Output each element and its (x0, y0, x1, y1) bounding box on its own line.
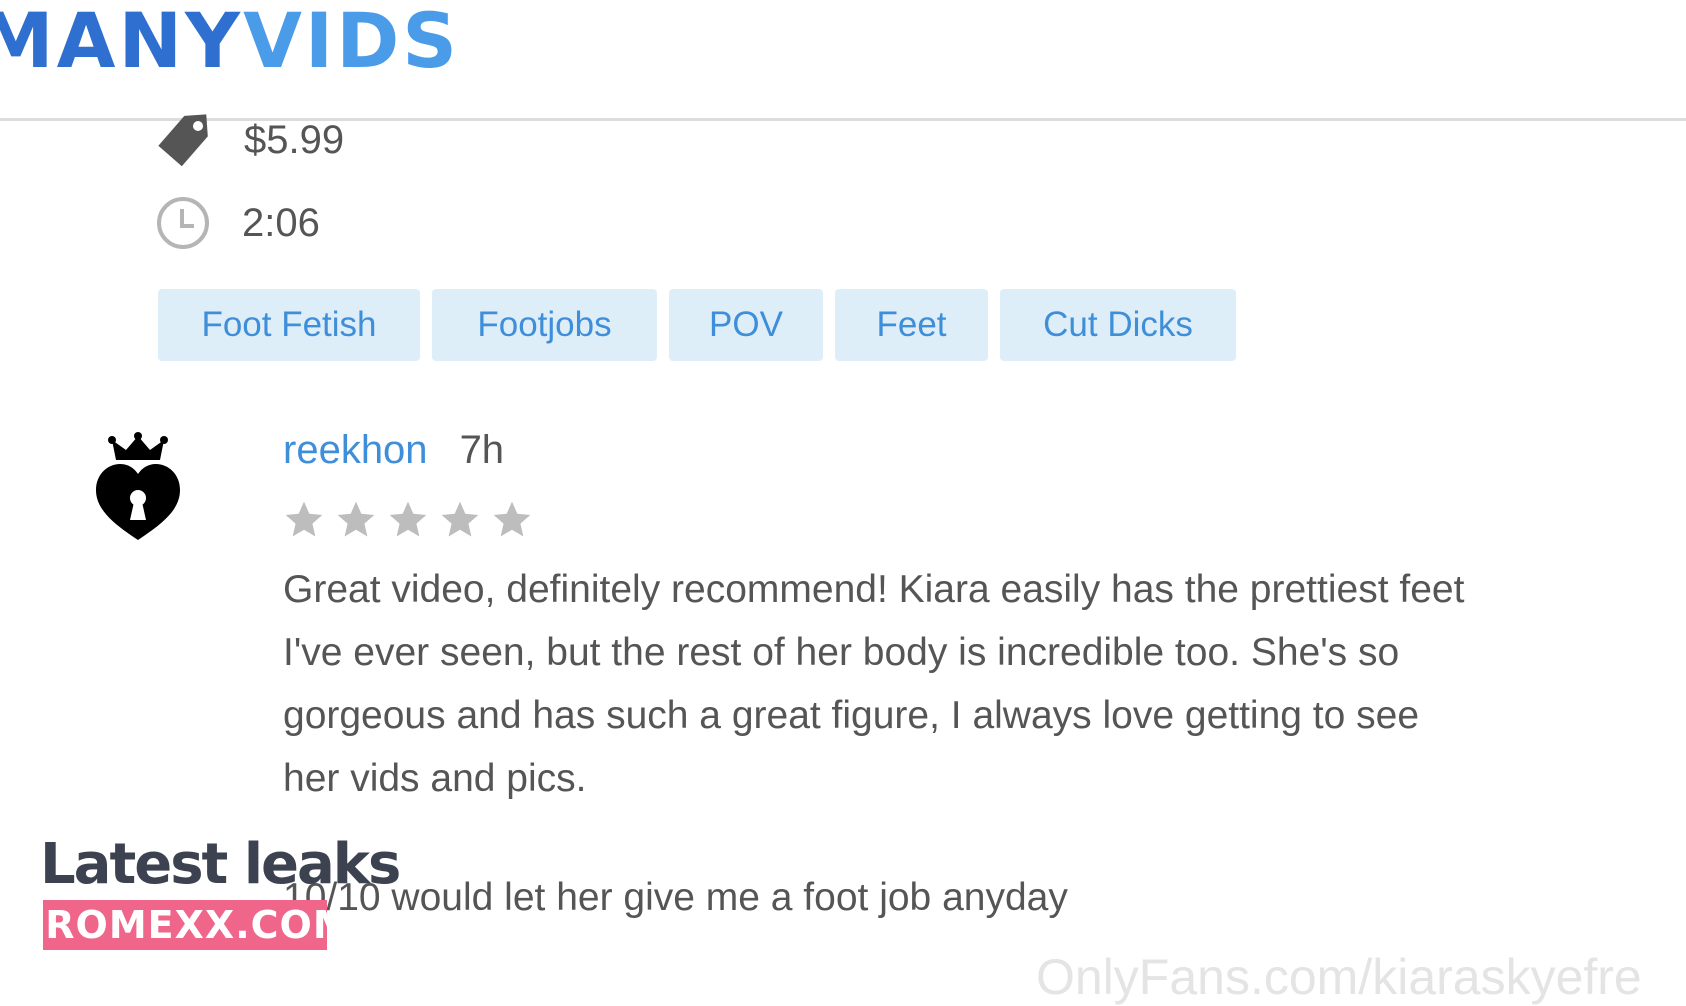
video-duration: 2:06 (242, 200, 320, 245)
review-username[interactable]: reekhon (283, 428, 428, 473)
price-tag-icon (158, 114, 208, 167)
star-icon (441, 501, 479, 537)
review-timestamp: 7h (459, 428, 505, 472)
tag-chip[interactable]: Footjobs (432, 289, 657, 361)
tag-chip[interactable]: Foot Fetish (158, 289, 420, 361)
review-text: Great video, definitely recommend! Kiara… (283, 568, 1465, 800)
review-followup-text: 10/10 would let her give me a foot job a… (283, 876, 1068, 919)
tag-chip[interactable]: Cut Dicks (1000, 289, 1236, 361)
watermark-badge-title: Latest leaks (40, 832, 401, 897)
logo-part-vids: VIDS (243, 0, 461, 85)
source-watermark: OnlyFans.com/kiaraskyefre (1036, 949, 1642, 1005)
star-icon (337, 501, 375, 537)
site-header: MANYVIDS (0, 0, 1686, 121)
star-icon (389, 501, 427, 537)
tag-chip[interactable]: POV (669, 289, 823, 361)
video-price: $5.99 (244, 117, 345, 162)
star-rating (282, 498, 534, 542)
tag-list: Foot Fetish Footjobs POV Feet Cut Dicks (158, 289, 1236, 361)
review-header: reekhon 7h (283, 428, 504, 473)
crowned-heart-keyhole-icon[interactable] (94, 432, 182, 542)
duration-row: 2:06 (156, 196, 320, 250)
manyvids-logo[interactable]: MANYVIDS (0, 0, 460, 85)
star-icon (285, 501, 323, 537)
clock-icon (157, 197, 209, 249)
logo-part-many: MANY (0, 0, 244, 85)
star-icon (493, 501, 531, 537)
tag-chip[interactable]: Feet (835, 289, 988, 361)
price-row: $5.99 (156, 112, 344, 168)
watermark-badge-site: EROMEXX.COM (18, 900, 351, 950)
